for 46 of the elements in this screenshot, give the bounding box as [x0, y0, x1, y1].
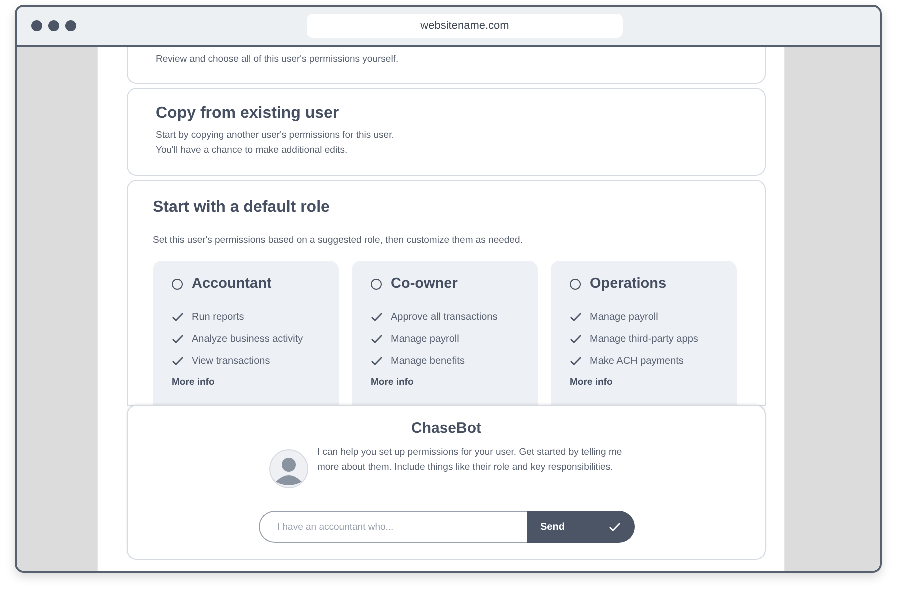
permission-text: View transactions: [192, 356, 270, 366]
check-icon: [172, 334, 184, 344]
role-card[interactable]: Accountant Run reports Analyze business activity View transactions More info: [153, 261, 339, 405]
check-icon: [570, 334, 582, 344]
option-card[interactable]: [127, 180, 766, 406]
card-description: Review and choose all of this user's permissions yourself.: [156, 53, 399, 67]
option-card[interactable]: Copy from existing user Start by copying another user's permissions for this user. You'll have a chance to make additional edits.: [127, 88, 766, 176]
role-name: Co-owner: [391, 276, 458, 292]
more-info-link[interactable]: More info: [172, 377, 215, 388]
check-icon: [172, 312, 184, 322]
check-icon: [570, 312, 582, 322]
check-icon: [172, 356, 184, 366]
check-icon: [371, 356, 383, 366]
radio-button[interactable]: [172, 278, 183, 290]
address-bar[interactable]: websitename.com: [307, 14, 623, 38]
card-description: Start by copying another user's permissions for this user. You'll have a chance to make additional edits.: [156, 129, 396, 158]
window-controls-icon[interactable]: [31, 20, 77, 32]
role-card[interactable]: Co-owner Approve all transactions Manage payroll Manage benefits More info: [352, 261, 538, 405]
chatbot-title: ChaseBot: [411, 420, 482, 437]
check-icon: [570, 356, 582, 366]
radio-button[interactable]: [371, 278, 382, 290]
permission-text: Manage payroll: [590, 312, 658, 322]
check-icon: [371, 334, 383, 344]
role-name: Operations: [590, 276, 667, 292]
radio-button[interactable]: [570, 278, 581, 290]
permission-text: Run reports: [192, 312, 244, 322]
role-name: Accountant: [192, 276, 272, 292]
card-description: Set this user's permissions based on a suggested role, then customize them as needed.: [153, 234, 524, 248]
more-info-link[interactable]: More info: [371, 377, 414, 388]
card-title: Copy from existing user: [156, 105, 340, 123]
send-button[interactable]: Send: [526, 511, 634, 543]
permission-text: Manage benefits: [391, 356, 465, 366]
check-icon: [608, 522, 620, 532]
option-card[interactable]: Review and choose all of this user's permissions yourself.: [127, 47, 766, 84]
more-info-link[interactable]: More info: [570, 377, 613, 388]
role-card[interactable]: Operations Manage payroll Manage third-party apps Make ACH payments More info: [551, 261, 737, 405]
permission-text: Make ACH payments: [590, 356, 684, 366]
permission-text: Analyze business activity: [192, 334, 304, 344]
permission-text: Approve all transactions: [391, 312, 498, 322]
check-icon: [371, 312, 383, 322]
permission-text: Manage payroll: [391, 334, 460, 344]
chatbot-message: I can help you set up permissions for your user. Get started by telling me more about them. Include things like their role and key responsibilities.: [318, 446, 624, 475]
avatar-icon: [268, 449, 308, 489]
card-title: Start with a default role: [153, 199, 331, 217]
permission-text: Manage third-party apps: [590, 334, 698, 344]
message-input[interactable]: I have an accountant who...: [258, 511, 526, 543]
